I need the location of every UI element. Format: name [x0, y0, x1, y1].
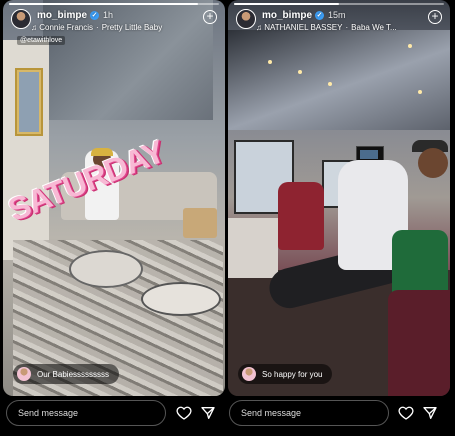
music-attribution[interactable]: ♫ Connie Francis · Pretty Little Baby: [31, 23, 162, 32]
red-seat: [388, 290, 450, 396]
music-track: Baba We T...: [351, 23, 397, 32]
add-story-icon[interactable]: +: [428, 10, 442, 24]
reply-avatar: [17, 367, 31, 381]
username[interactable]: mo_bimpe: [37, 10, 87, 21]
story-username-row[interactable]: mo_bimpe ✓ 15m: [262, 10, 346, 21]
ceiling-lights: [268, 60, 272, 64]
avatar[interactable]: [236, 9, 256, 29]
story-progress-fill: [9, 3, 198, 5]
verified-icon: ✓: [90, 11, 100, 20]
avatar[interactable]: [11, 9, 31, 29]
mention-tag[interactable]: @etawithlove: [17, 36, 66, 45]
send-message-input[interactable]: Send message: [6, 400, 166, 426]
red-seat: [278, 182, 324, 250]
story-background: [228, 30, 450, 130]
music-artist: Connie Francis: [39, 23, 94, 32]
reply-avatar: [242, 367, 256, 381]
story-username-row[interactable]: mo_bimpe ✓ 1h: [37, 10, 113, 21]
story-progress-fill: [234, 3, 339, 5]
reply-text: So happy for you: [262, 369, 323, 379]
story-progress-bar: [9, 3, 219, 5]
send-icon[interactable]: [200, 405, 216, 421]
story-header: mo_bimpe ✓ 15m ♫ NATHANIEL BASSEY · Baba We …: [236, 9, 442, 33]
person-head: [418, 148, 448, 178]
reply-bubble: So happy for you: [238, 364, 333, 384]
wall-frame-picture: [19, 72, 39, 132]
story-left[interactable]: mo_bimpe ✓ 1h ♫ Connie Francis · Pretty Litt…: [3, 0, 225, 396]
send-message-input[interactable]: Send message: [229, 400, 389, 426]
counter: [228, 218, 278, 278]
music-artist: NATHANIEL BASSEY: [264, 23, 343, 32]
shopping-bag: [183, 208, 217, 238]
music-track: Pretty Little Baby: [101, 23, 163, 32]
reply-bubble: Our Babiesssssssss: [13, 364, 120, 384]
heart-icon[interactable]: [176, 405, 192, 421]
username[interactable]: mo_bimpe: [262, 10, 312, 21]
add-story-icon[interactable]: +: [203, 10, 217, 24]
verified-icon: ✓: [315, 11, 325, 20]
story-time: 15m: [328, 10, 346, 20]
baby-bouncer: [69, 250, 143, 288]
story-time: 1h: [103, 10, 114, 20]
music-icon: ♫: [31, 23, 37, 32]
send-icon[interactable]: [422, 405, 438, 421]
heart-icon[interactable]: [398, 405, 414, 421]
story-right[interactable]: mo_bimpe ✓ 15m ♫ NATHANIEL BASSEY · Baba We …: [228, 0, 450, 396]
music-attribution[interactable]: ♫ NATHANIEL BASSEY · Baba We T...: [256, 23, 397, 32]
story-progress-bar: [234, 3, 444, 5]
reply-text: Our Babiesssssssss: [37, 369, 110, 379]
music-icon: ♫: [256, 23, 262, 32]
baby-bouncer: [141, 282, 221, 316]
story-header: mo_bimpe ✓ 1h ♫ Connie Francis · Pretty Litt…: [11, 9, 217, 33]
